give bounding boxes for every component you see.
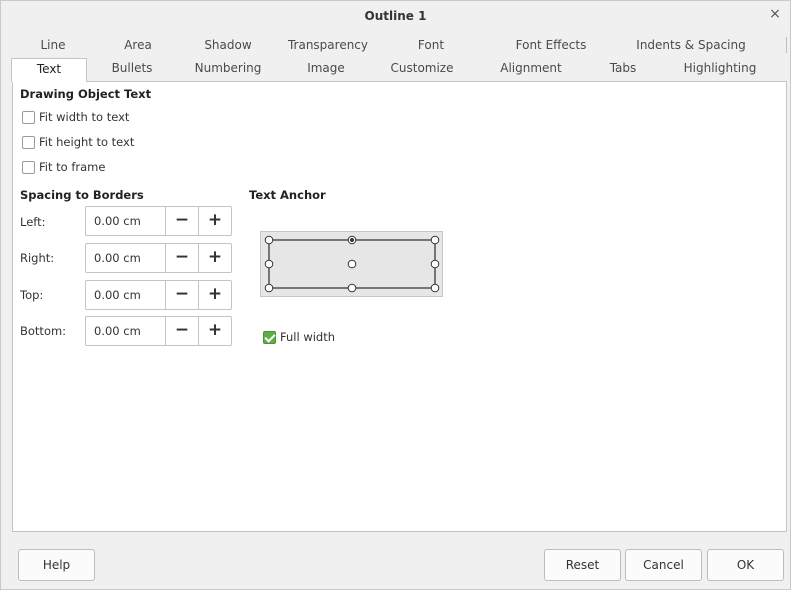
- tab-bullets[interactable]: Bullets: [87, 58, 177, 80]
- spacing-to-borders-heading: Spacing to Borders: [20, 188, 144, 202]
- close-icon[interactable]: ×: [768, 7, 782, 21]
- left-decrement-button[interactable]: −: [165, 206, 199, 236]
- right-label: Right:: [20, 251, 55, 265]
- text-anchor-diagram: [264, 235, 440, 293]
- tab-area[interactable]: Area: [95, 35, 181, 57]
- tab-line[interactable]: Line: [11, 35, 95, 57]
- anchor-top-left[interactable]: [264, 235, 274, 245]
- tab-tabs[interactable]: Tabs: [591, 58, 655, 80]
- drawing-object-text-heading: Drawing Object Text: [20, 87, 152, 101]
- anchor-center[interactable]: [347, 259, 357, 269]
- title-bar: Outline 1 ×: [1, 1, 790, 31]
- fit-height-label: Fit height to text: [39, 135, 135, 149]
- right-decrement-button[interactable]: −: [165, 243, 199, 273]
- fit-width-checkbox[interactable]: [22, 110, 35, 124]
- dialog-title: Outline 1: [364, 9, 427, 23]
- cancel-button[interactable]: Cancel: [625, 549, 702, 581]
- help-button[interactable]: Help: [18, 549, 95, 581]
- top-label: Top:: [20, 288, 44, 302]
- full-width-checkbox[interactable]: [263, 330, 276, 344]
- top-increment-button[interactable]: +: [198, 280, 232, 310]
- text-anchor-control[interactable]: [260, 231, 443, 297]
- reset-button[interactable]: Reset: [544, 549, 621, 581]
- tab-transparency[interactable]: Transparency: [275, 35, 381, 57]
- ok-button[interactable]: OK: [707, 549, 784, 581]
- tab-numbering[interactable]: Numbering: [177, 58, 279, 80]
- tab-font[interactable]: Font: [381, 35, 481, 57]
- fit-height-checkbox[interactable]: [22, 135, 35, 149]
- tab-shadow[interactable]: Shadow: [181, 35, 275, 57]
- bottom-spin-field[interactable]: 0.00 cm: [85, 316, 166, 346]
- full-width-checkbox-row[interactable]: Full width: [263, 329, 335, 345]
- left-spin-field[interactable]: 0.00 cm: [85, 206, 166, 236]
- bottom-increment-button[interactable]: +: [198, 316, 232, 346]
- fit-to-frame-checkbox-row[interactable]: Fit to frame: [22, 159, 105, 175]
- left-increment-button[interactable]: +: [198, 206, 232, 236]
- anchor-bottom-right[interactable]: [430, 283, 440, 293]
- anchor-selected-dot: [350, 238, 354, 242]
- left-label: Left:: [20, 215, 46, 229]
- anchor-middle-right[interactable]: [430, 259, 440, 269]
- fit-height-checkbox-row[interactable]: Fit height to text: [22, 134, 134, 150]
- top-decrement-button[interactable]: −: [165, 280, 199, 310]
- bottom-label: Bottom:: [20, 324, 67, 338]
- anchor-bottom-left[interactable]: [264, 283, 274, 293]
- anchor-top-right[interactable]: [430, 235, 440, 245]
- tab-font-effects[interactable]: Font Effects: [481, 35, 621, 57]
- bottom-decrement-button[interactable]: −: [165, 316, 199, 346]
- tab-text[interactable]: Text: [11, 58, 87, 82]
- tab-row-divider: [786, 37, 787, 53]
- fit-to-frame-label: Fit to frame: [39, 160, 106, 174]
- tab-image[interactable]: Image: [279, 58, 373, 80]
- dialog-window: Outline 1 × Line Area Shadow Transparenc…: [0, 0, 791, 590]
- full-width-label: Full width: [280, 330, 336, 344]
- fit-width-label: Fit width to text: [39, 110, 130, 124]
- anchor-bottom-center[interactable]: [347, 283, 357, 293]
- tab-row-1: Line Area Shadow Transparency Font Font …: [11, 35, 787, 57]
- tab-alignment[interactable]: Alignment: [471, 58, 591, 80]
- right-spin-field[interactable]: 0.00 cm: [85, 243, 166, 273]
- tab-customize[interactable]: Customize: [373, 58, 471, 80]
- tab-highlighting[interactable]: Highlighting: [655, 58, 785, 80]
- fit-width-checkbox-row[interactable]: Fit width to text: [22, 109, 129, 125]
- fit-to-frame-checkbox[interactable]: [22, 160, 35, 174]
- tab-indents-spacing[interactable]: Indents & Spacing: [621, 35, 761, 57]
- tab-row-2: Text Bullets Numbering Image Customize A…: [11, 58, 787, 82]
- top-spin-field[interactable]: 0.00 cm: [85, 280, 166, 310]
- text-anchor-heading: Text Anchor: [249, 188, 326, 202]
- anchor-middle-left[interactable]: [264, 259, 274, 269]
- right-increment-button[interactable]: +: [198, 243, 232, 273]
